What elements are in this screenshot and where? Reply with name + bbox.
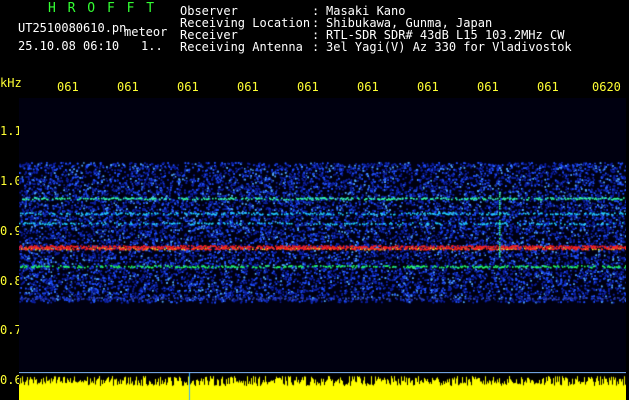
time-tick: 061 bbox=[297, 80, 319, 94]
brand-title: H R O F F T bbox=[48, 1, 157, 16]
hroft-screen: H R O F F T UT2510080610.pn meteor 25.10… bbox=[0, 0, 629, 400]
antenna-sep: : bbox=[312, 40, 320, 54]
waterfall-spectrogram bbox=[19, 98, 626, 371]
filename: UT2510080610.pn bbox=[18, 21, 127, 35]
time-tick: 061 bbox=[417, 80, 439, 94]
time-tick: 061 bbox=[117, 80, 139, 94]
time-tick: 061 bbox=[357, 80, 379, 94]
mark: 1.. bbox=[141, 39, 163, 53]
time-tick: 061 bbox=[237, 80, 259, 94]
antenna-label: Receiving Antenna bbox=[180, 40, 303, 54]
meteor-label: meteor bbox=[124, 25, 168, 39]
time-tick: 0620 bbox=[592, 80, 621, 94]
time-tick: 061 bbox=[537, 80, 559, 94]
time-tick: 061 bbox=[477, 80, 499, 94]
time-tick: 061 bbox=[177, 80, 199, 94]
unit-label: kHz bbox=[0, 76, 22, 90]
time-tick: 061 bbox=[57, 80, 79, 94]
level-meter bbox=[19, 372, 626, 400]
antenna-value: 3el Yagi(V) Az 330 for Vladivostok bbox=[326, 40, 572, 54]
datetime: 25.10.08 06:10 bbox=[18, 39, 120, 53]
